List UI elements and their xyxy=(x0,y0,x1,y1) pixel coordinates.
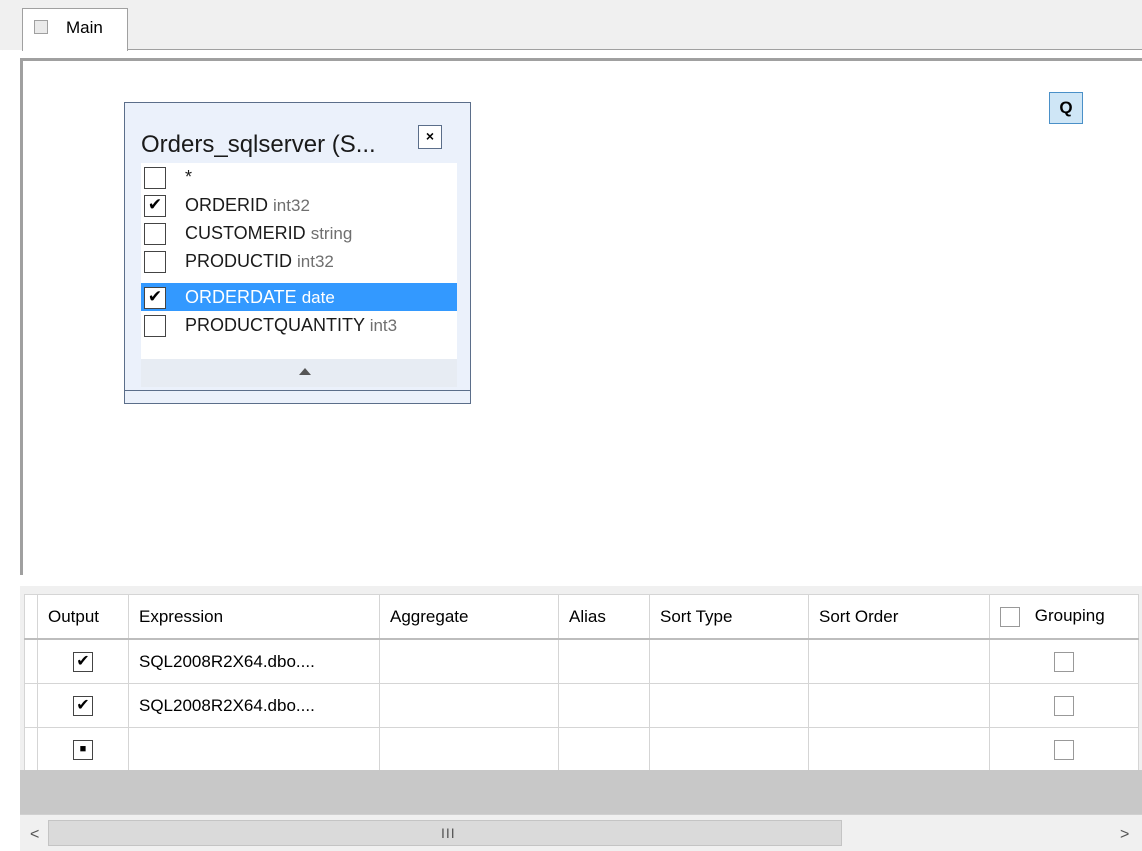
field-name: PRODUCTID xyxy=(185,251,292,271)
field-name: ORDERDATE xyxy=(185,287,297,307)
sort-type-cell[interactable] xyxy=(649,727,809,772)
scrollbar-grip-icon: III xyxy=(441,825,456,841)
scroll-right-icon[interactable]: > xyxy=(1120,826,1129,844)
table-window-orders[interactable]: Orders_sqlserver (S... × * ✔ ORDERID int… xyxy=(124,102,471,404)
field-name: * xyxy=(185,167,193,187)
column-header-grouping[interactable]: Grouping xyxy=(989,594,1139,640)
row-header[interactable] xyxy=(24,638,38,684)
row-header[interactable] xyxy=(24,727,38,772)
field-list-footer[interactable] xyxy=(141,359,457,387)
field-checkbox[interactable]: ✔ xyxy=(144,287,166,309)
output-checkbox[interactable]: ✔ xyxy=(73,651,93,672)
field-row-orderdate[interactable]: ✔ ORDERDATE date xyxy=(141,283,457,311)
grouping-checkbox[interactable] xyxy=(1054,739,1074,760)
table-row[interactable]: ■ xyxy=(24,727,1139,772)
output-checkbox[interactable]: ■ xyxy=(73,739,93,760)
tab-main[interactable]: Main xyxy=(22,8,128,51)
column-header-output[interactable]: Output xyxy=(37,594,129,640)
row-header-corner xyxy=(24,594,38,640)
field-type: int32 xyxy=(273,196,310,215)
sort-order-cell[interactable] xyxy=(808,727,990,772)
field-checkbox[interactable] xyxy=(144,251,166,273)
field-row-productquantity[interactable]: PRODUCTQUANTITY int3 xyxy=(141,311,457,339)
grouping-cell[interactable] xyxy=(989,638,1139,684)
scroll-left-icon[interactable]: < xyxy=(30,826,39,844)
grouping-checkbox[interactable] xyxy=(1054,695,1074,716)
aggregate-cell[interactable] xyxy=(379,683,559,728)
expression-cell[interactable] xyxy=(128,727,380,772)
grouping-checkbox[interactable] xyxy=(1054,651,1074,672)
horizontal-scrollbar[interactable]: < III > xyxy=(20,814,1142,851)
column-header-expression[interactable]: Expression xyxy=(128,594,380,640)
alias-cell[interactable] xyxy=(558,727,650,772)
expression-cell[interactable]: SQL2008R2X64.dbo.... xyxy=(128,638,380,684)
table-row[interactable]: ✔ SQL2008R2X64.dbo.... xyxy=(24,683,1139,728)
row-header[interactable] xyxy=(24,683,38,728)
column-header-sort-type[interactable]: Sort Type xyxy=(649,594,809,640)
tab-main-label: Main xyxy=(66,18,103,37)
column-header-aggregate[interactable]: Aggregate xyxy=(379,594,559,640)
aggregate-cell[interactable] xyxy=(379,638,559,684)
grouping-cell[interactable] xyxy=(989,727,1139,772)
field-row-productid[interactable]: PRODUCTID int32 xyxy=(141,247,457,275)
column-header-alias[interactable]: Alias xyxy=(558,594,650,640)
tab-strip-divider xyxy=(127,49,1142,50)
sort-order-cell[interactable] xyxy=(808,683,990,728)
query-button[interactable]: Q xyxy=(1049,92,1083,124)
scrollbar-thumb[interactable]: III xyxy=(48,820,842,846)
output-cell[interactable]: ✔ xyxy=(37,638,129,684)
field-row-orderid[interactable]: ✔ ORDERID int32 xyxy=(141,191,457,219)
grouping-cell[interactable] xyxy=(989,683,1139,728)
field-name: PRODUCTQUANTITY xyxy=(185,315,365,335)
output-cell[interactable]: ■ xyxy=(37,727,129,772)
field-checkbox[interactable] xyxy=(144,315,166,337)
output-checkbox[interactable]: ✔ xyxy=(73,695,93,716)
field-name: ORDERID xyxy=(185,195,269,215)
output-cell[interactable]: ✔ xyxy=(37,683,129,728)
field-name: CUSTOMERID xyxy=(185,223,306,243)
criteria-grid: Output Expression Aggregate Alias Sort T… xyxy=(24,594,1139,772)
alias-cell[interactable] xyxy=(558,683,650,728)
table-window-divider xyxy=(125,390,470,391)
field-row-all[interactable]: * xyxy=(141,163,457,191)
grouping-label: Grouping xyxy=(1034,606,1105,626)
sort-type-cell[interactable] xyxy=(649,683,809,728)
collapse-arrow-icon[interactable] xyxy=(299,368,311,375)
field-row-customerid[interactable]: CUSTOMERID string xyxy=(141,219,457,247)
alias-cell[interactable] xyxy=(558,638,650,684)
expression-cell[interactable]: SQL2008R2X64.dbo.... xyxy=(128,683,380,728)
aggregate-cell[interactable] xyxy=(379,727,559,772)
field-checkbox[interactable]: ✔ xyxy=(144,195,166,217)
tab-strip xyxy=(0,0,1142,50)
close-icon[interactable]: × xyxy=(418,125,442,149)
field-type: int3 xyxy=(369,316,398,335)
tab-icon xyxy=(34,20,48,34)
field-type: date xyxy=(301,288,335,307)
grid-empty-area xyxy=(20,770,1142,814)
grouping-toggle-checkbox[interactable] xyxy=(1000,606,1020,627)
field-type: int32 xyxy=(297,252,334,271)
column-header-sort-order[interactable]: Sort Order xyxy=(808,594,990,640)
field-checkbox[interactable] xyxy=(144,223,166,245)
sort-type-cell[interactable] xyxy=(649,638,809,684)
sort-order-cell[interactable] xyxy=(808,638,990,684)
field-type: string xyxy=(310,224,353,243)
table-row[interactable]: ✔ SQL2008R2X64.dbo.... xyxy=(24,638,1139,684)
grid-header-row: Output Expression Aggregate Alias Sort T… xyxy=(24,594,1139,640)
table-window-title: Orders_sqlserver (S... xyxy=(141,131,376,158)
field-list: * ✔ ORDERID int32 CUSTOMERID string PROD… xyxy=(141,163,457,359)
field-checkbox[interactable] xyxy=(144,167,166,189)
